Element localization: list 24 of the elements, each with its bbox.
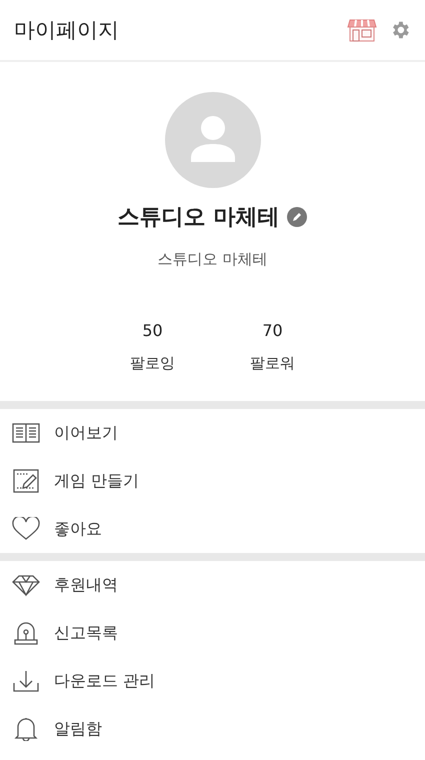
page-title: 마이페이지 xyxy=(14,17,119,44)
book-icon xyxy=(12,421,40,445)
diamond-icon xyxy=(12,573,40,597)
profile-name: 스튜디오 마체테 xyxy=(118,204,280,232)
download-icon xyxy=(12,669,40,693)
menu-item[interactable]: 좋아요 xyxy=(0,505,425,553)
store-icon[interactable] xyxy=(347,18,377,42)
pencil-board-icon xyxy=(12,469,40,493)
menu-item[interactable]: 이어보기 xyxy=(0,409,425,457)
stat-label[interactable]: 팔로워 xyxy=(250,354,295,373)
menu-item[interactable]: 다운로드 관리 xyxy=(0,657,425,705)
menu-item[interactable]: 알림함 xyxy=(0,705,425,753)
edit-icon[interactable] xyxy=(287,207,308,227)
heart-icon xyxy=(12,517,40,541)
stat-label[interactable]: 팔로잉 xyxy=(130,354,175,373)
avatar-icon xyxy=(164,92,260,188)
menu-item[interactable]: 신고목록 xyxy=(0,609,425,657)
stat-count[interactable]: 70 xyxy=(262,321,283,340)
menu-item[interactable]: 게임 만들기 xyxy=(0,457,425,505)
siren-icon xyxy=(12,621,40,645)
bell-icon xyxy=(12,717,40,741)
stat-count[interactable]: 50 xyxy=(142,321,163,340)
profile-subtitle: 스튜디오 마체테 xyxy=(158,250,268,269)
menu-item[interactable]: 후원내역 xyxy=(0,561,425,609)
